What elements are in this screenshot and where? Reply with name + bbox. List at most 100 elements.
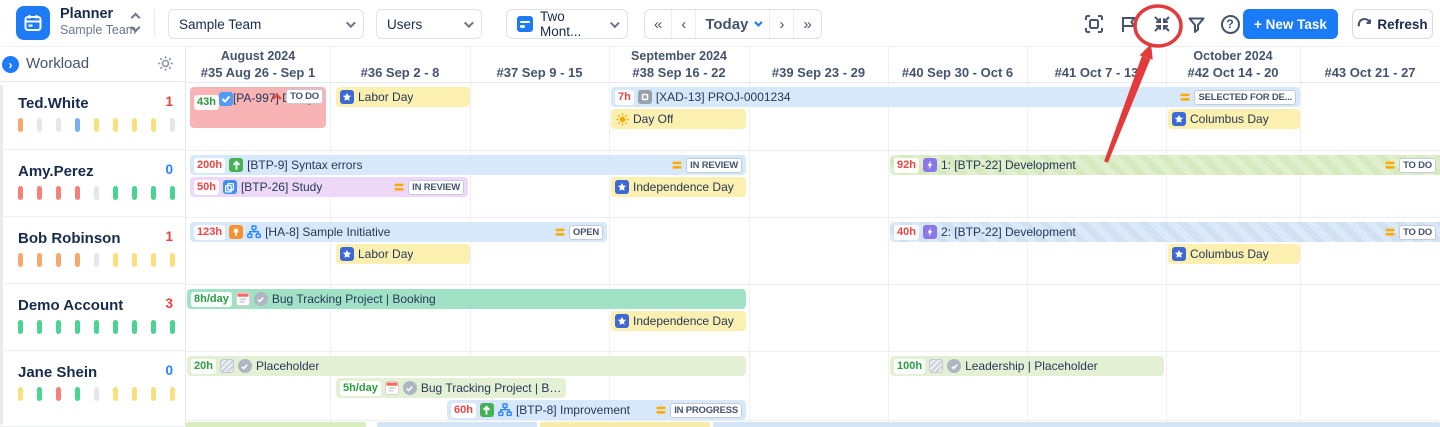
nav-next-fast-button[interactable]: » (793, 10, 820, 38)
task-bar[interactable]: 60h[BTP-8] ImprovementIN PROGRESS (447, 400, 746, 420)
partial-task-bar[interactable] (540, 422, 710, 427)
help-label: ? (1221, 15, 1240, 34)
workload-bar (56, 387, 61, 401)
placeholder-hatch-icon (929, 359, 943, 373)
filter-icon[interactable] (1185, 13, 1207, 35)
week-header[interactable]: #38 Sep 16 - 22 (609, 65, 749, 80)
task-bar[interactable]: Columbus Day (1168, 244, 1300, 264)
chevron-down-icon (755, 18, 763, 26)
user-alert-count[interactable]: 1 (165, 94, 173, 109)
help-icon[interactable]: ? (1219, 13, 1241, 35)
week-header[interactable]: #40 Sep 30 - Oct 6 (888, 65, 1027, 80)
partial-task-bar[interactable] (186, 422, 366, 427)
workload-sidebar: › Workload Ted.White1Amy.Perez0Bob Robin… (0, 47, 186, 427)
user-alert-count[interactable]: 1 (165, 229, 173, 244)
flag-icon[interactable] (1117, 13, 1139, 35)
improvement-icon (480, 403, 494, 417)
task-bar[interactable]: 20hPlaceholder (187, 356, 746, 376)
week-header[interactable]: #36 Sep 2 - 8 (330, 65, 470, 80)
planner-logo-icon[interactable] (16, 6, 50, 40)
workload-bar (75, 186, 80, 200)
workload-bar (37, 186, 42, 200)
task-bar[interactable]: Independence Day (611, 311, 746, 331)
hierarchy-icon (498, 403, 512, 417)
task-trailing: OPEN (554, 225, 603, 240)
task-bar[interactable]: 40h2: [BTP-22] DevelopmentTO DO (890, 222, 1440, 242)
task-bar[interactable]: Labor Day (336, 87, 470, 107)
workload-bar (132, 186, 137, 200)
month-header: August 2024 (221, 49, 295, 63)
workload-bar (56, 186, 61, 200)
sidebar-user-row[interactable]: Ted.White1 (0, 82, 186, 150)
task-bar[interactable]: 50h[BTP-26] StudyIN REVIEW (190, 177, 468, 197)
scan-zoom-icon[interactable] (1083, 13, 1105, 35)
today-button[interactable]: Today (695, 10, 769, 38)
team-switcher-icon[interactable] (132, 14, 139, 31)
task-bar[interactable]: Day Off (611, 109, 746, 129)
task-label: [BTP-26] Study (241, 180, 322, 194)
period-select[interactable]: Two Mont... (506, 9, 628, 39)
expand-sidebar-button[interactable]: › (2, 56, 19, 73)
today-label: Today (705, 16, 748, 33)
new-task-button[interactable]: + New Task (1243, 9, 1338, 39)
task-bar[interactable]: Columbus Day (1168, 109, 1300, 129)
partial-task-bar[interactable] (713, 422, 1440, 427)
refresh-button[interactable]: Refresh (1352, 9, 1433, 39)
calendar-icon (517, 16, 533, 32)
sidebar-user-row[interactable]: Demo Account3 (0, 284, 186, 351)
nav-prev-button[interactable]: ‹ (671, 10, 695, 38)
task-bar[interactable]: 100hLeadership | Placeholder (890, 356, 1164, 376)
team-select-value: Sample Team (179, 17, 261, 32)
status-badge: IN REVIEW (408, 180, 464, 195)
task-bar[interactable]: 7h[XAD-13] PROJ-0001234SELECTED FOR DE..… (611, 87, 1300, 107)
workload-bar (18, 118, 23, 132)
user-alert-count[interactable]: 3 (165, 296, 173, 311)
planner-app: Planner Sample Team Sample Team Users Tw… (0, 0, 1440, 427)
week-header[interactable]: #41 Oct 7 - 13 (1027, 65, 1166, 80)
workload-bar (132, 387, 137, 401)
task-label: 2: [BTP-22] Development (941, 225, 1076, 239)
workload-bar (37, 387, 42, 401)
nav-prev-fast-button[interactable]: « (645, 10, 671, 38)
week-header[interactable]: #43 Oct 21 - 27 (1300, 65, 1440, 80)
hours-badge: 100h (894, 359, 925, 374)
sidebar-user-row[interactable]: Bob Robinson1 (0, 217, 186, 284)
sidebar-user-row[interactable]: Jane Shein0 (0, 351, 186, 427)
task-bar[interactable]: 43h[PA-997] DesignTO DO (190, 87, 326, 128)
task-bar[interactable]: 8h/dayBug Tracking Project | Booking (187, 289, 746, 309)
workload-bar (170, 387, 175, 401)
week-header[interactable]: #37 Sep 9 - 15 (470, 65, 609, 80)
task-bar[interactable]: 92h1: [BTP-22] DevelopmentTO DO (890, 155, 1440, 175)
task-bar[interactable]: Independence Day (611, 177, 746, 197)
task-bar[interactable]: 5h/dayBug Tracking Project | Booking (336, 378, 566, 398)
week-header[interactable]: #42 Oct 14 - 20 (1166, 65, 1300, 80)
sidebar-user-row[interactable]: Amy.Perez 0 (0, 150, 186, 217)
collapse-icon[interactable] (1151, 13, 1173, 35)
hours-badge: 92h (894, 158, 919, 173)
improvement-icon (229, 158, 243, 172)
task-label: 1: [BTP-22] Development (941, 158, 1076, 172)
week-header[interactable]: #39 Sep 23 - 29 (749, 65, 888, 80)
nav-next-button[interactable]: › (769, 10, 793, 38)
user-alert-count[interactable]: 0 (165, 162, 173, 177)
placeholder-hatch-icon (220, 359, 234, 373)
user-name: Amy.Perez (18, 163, 94, 180)
toolbar-divider (154, 10, 155, 37)
task-label: Columbus Day (1190, 247, 1269, 261)
partial-task-bar[interactable] (377, 422, 537, 427)
view-mode-select[interactable]: Users (376, 9, 482, 39)
workload-bar (56, 118, 61, 132)
week-header[interactable]: #35 Aug 26 - Sep 1 (186, 65, 330, 80)
task-bar[interactable]: 200h[BTP-9] Syntax errorsIN REVIEW (190, 155, 746, 175)
task-bar[interactable]: Labor Day (336, 244, 470, 264)
chevron-down-icon (610, 18, 620, 28)
workload-bar (75, 118, 80, 132)
workload-bar (113, 387, 118, 401)
task-label: [BTP-8] Improvement (516, 403, 630, 417)
gear-icon[interactable] (157, 55, 174, 77)
toolbar-icon-group: ? (1083, 13, 1241, 35)
team-select[interactable]: Sample Team (168, 9, 364, 39)
user-alert-count[interactable]: 0 (165, 363, 173, 378)
workload-mini-chart (18, 320, 175, 334)
task-bar[interactable]: 123h[HA-8] Sample InitiativeOPEN (190, 222, 607, 242)
